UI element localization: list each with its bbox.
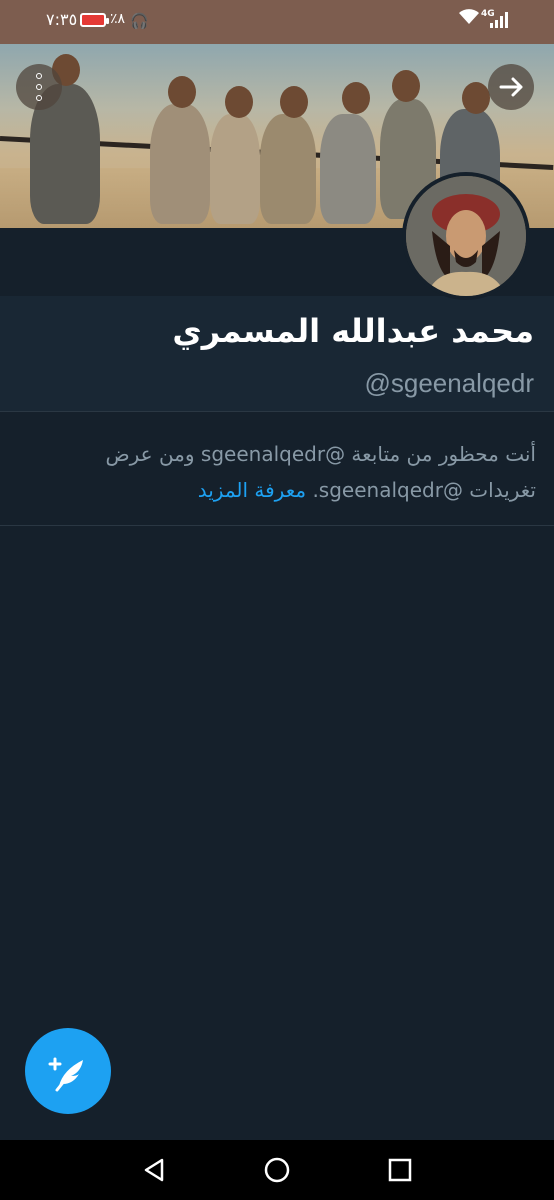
circle-home-icon[interactable] (263, 1156, 291, 1184)
banner-figure-head (225, 86, 253, 118)
triangle-back-icon[interactable] (140, 1156, 168, 1184)
more-vertical-icon-dot (36, 84, 42, 90)
status-bar: ٧:٣٥ ٪٨ 🎧 4G (0, 0, 554, 44)
banner-figure-head (168, 76, 196, 108)
banner-figure-head (392, 70, 420, 102)
headphone-icon: 🎧 (130, 12, 149, 30)
banner-figure (320, 114, 376, 224)
banner-figure-head (342, 82, 370, 114)
more-vertical-icon-dot (36, 73, 42, 79)
user-handle: @sgeenalqedr (364, 368, 534, 398)
avatar[interactable] (402, 172, 530, 300)
compose-tweet-button[interactable] (25, 1028, 111, 1114)
system-navigation-bar (0, 1140, 554, 1200)
display-name: محمد عبدالله المسمري (172, 312, 534, 350)
banner-figure (260, 114, 316, 224)
status-time: ٧:٣٥ (46, 10, 78, 29)
banner-figure-head (462, 82, 490, 114)
signal-icon (490, 12, 508, 28)
blocked-message: أنت محظور من متابعة @sgeenalqedr ومن عرض… (36, 436, 536, 508)
avatar-image (406, 176, 526, 296)
more-options-button[interactable] (16, 64, 62, 110)
arrow-right-icon (499, 77, 523, 97)
more-vertical-icon-dot (36, 95, 42, 101)
square-recent-icon[interactable] (386, 1156, 414, 1184)
blocked-message-text: أنت محظور من متابعة @sgeenalqedr ومن عرض… (105, 442, 536, 502)
back-button[interactable] (488, 64, 534, 110)
battery-percent: ٪٨ (110, 11, 126, 27)
battery-icon (80, 13, 109, 27)
compose-tweet-icon (48, 1057, 83, 1092)
banner-figure (210, 114, 260, 224)
banner-figure-head (280, 86, 308, 118)
learn-more-link[interactable]: معرفة المزيد (198, 478, 306, 502)
wifi-icon (459, 9, 479, 24)
banner-figure (150, 104, 210, 224)
